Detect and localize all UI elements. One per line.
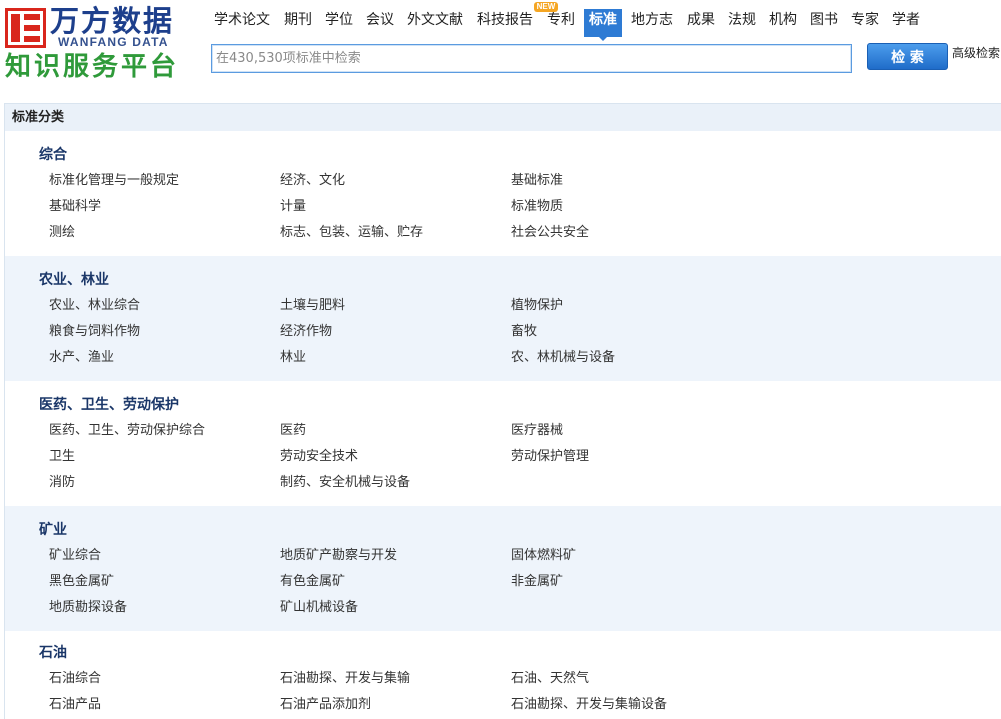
category-item[interactable]: 测绘 [49,220,280,246]
nav-item-scholars[interactable]: 学者 [892,10,920,30]
category-item[interactable]: 有色金属矿 [280,569,511,595]
category-item[interactable]: 石油勘探、开发与集输设备 [511,692,742,718]
category-title[interactable]: 农业、林业 [5,270,1001,290]
resource-type-nav: 学术论文 期刊 学位 会议 外文文献 科技报告 专利 NEW 标准 地方志 成果… [0,0,1001,41]
category-items: 标准化管理与一般规定 经济、文化 基础标准 基础科学 计量 标准物质 测绘 标志… [5,168,1001,246]
category-petroleum: 石油 石油综合 石油勘探、开发与集输 石油、天然气 石油产品 石油产品添加剂 石… [5,631,1001,718]
category-items: 医药、卫生、劳动保护综合 医药 医疗器械 卫生 劳动安全技术 劳动保护管理 消防… [5,418,1001,496]
category-item[interactable]: 制药、安全机械与设备 [280,470,511,496]
nav-item-conferences[interactable]: 会议 [366,10,394,30]
category-item[interactable]: 矿业综合 [49,543,280,569]
category-item[interactable]: 劳动保护管理 [511,444,742,470]
advanced-search-link[interactable]: 高级检索 [952,46,1000,60]
category-item[interactable]: 石油、天然气 [511,666,742,692]
category-item[interactable]: 黑色金属矿 [49,569,280,595]
new-badge: NEW [534,2,558,12]
category-item[interactable]: 基础标准 [511,168,742,194]
nav-item-journals[interactable]: 期刊 [284,10,312,30]
category-items: 石油综合 石油勘探、开发与集输 石油、天然气 石油产品 石油产品添加剂 石油勘探… [5,666,1001,718]
category-comprehensive: 综合 标准化管理与一般规定 经济、文化 基础标准 基础科学 计量 标准物质 测绘… [5,131,1001,256]
nav-item-foreign-literature[interactable]: 外文文献 [407,10,463,30]
nav-item-theses[interactable]: 学术论文 [214,10,270,30]
category-item[interactable]: 经济作物 [280,319,511,345]
category-mining: 矿业 矿业综合 地质矿产勘察与开发 固体燃料矿 黑色金属矿 有色金属矿 非金属矿… [5,506,1001,631]
category-item[interactable]: 医药、卫生、劳动保护综合 [49,418,280,444]
nav-item-regulations[interactable]: 法规 [728,10,756,30]
category-item[interactable]: 标准物质 [511,194,742,220]
category-item[interactable]: 标志、包装、运输、贮存 [280,220,511,246]
category-item[interactable]: 石油产品 [49,692,280,718]
nav-item-patents[interactable]: 专利 [547,10,575,30]
nav-item-experts[interactable]: 专家 [851,10,879,30]
category-item[interactable]: 标准化管理与一般规定 [49,168,280,194]
search-input[interactable] [211,44,852,73]
category-item[interactable]: 矿山机械设备 [280,595,511,621]
category-item[interactable]: 劳动安全技术 [280,444,511,470]
category-item[interactable]: 社会公共安全 [511,220,742,246]
category-agriculture-forestry: 农业、林业 农业、林业综合 土壤与肥料 植物保护 粮食与饲料作物 经济作物 畜牧… [5,256,1001,381]
nav-item-standards[interactable]: 标准 [584,9,622,37]
nav-item-local-chronicles[interactable]: 地方志 [631,10,673,30]
category-item[interactable]: 经济、文化 [280,168,511,194]
category-item[interactable]: 非金属矿 [511,569,742,595]
category-item[interactable]: 地质勘探设备 [49,595,280,621]
nav-item-institutions[interactable]: 机构 [769,10,797,30]
category-title[interactable]: 医药、卫生、劳动保护 [5,395,1001,415]
category-item[interactable]: 农业、林业综合 [49,293,280,319]
search-button[interactable]: 检 索 [867,43,948,70]
classification-panel: 标准分类 综合 标准化管理与一般规定 经济、文化 基础标准 基础科学 计量 标准… [4,103,1001,719]
category-title[interactable]: 石油 [5,643,1001,663]
category-item[interactable]: 农、林机械与设备 [511,345,742,371]
category-item[interactable]: 基础科学 [49,194,280,220]
category-items: 农业、林业综合 土壤与肥料 植物保护 粮食与饲料作物 经济作物 畜牧 水产、渔业… [5,293,1001,371]
nav-item-degrees[interactable]: 学位 [325,10,353,30]
logo-tagline: 知识服务平台 [5,52,180,82]
category-title[interactable]: 矿业 [5,520,1001,540]
category-item[interactable]: 地质矿产勘察与开发 [280,543,511,569]
category-item[interactable]: 医药 [280,418,511,444]
category-item[interactable]: 医疗器械 [511,418,742,444]
category-item[interactable]: 植物保护 [511,293,742,319]
active-tab-pointer-icon [599,37,607,41]
category-item[interactable]: 固体燃料矿 [511,543,742,569]
category-item[interactable]: 畜牧 [511,319,742,345]
category-item[interactable]: 卫生 [49,444,280,470]
category-item[interactable]: 石油综合 [49,666,280,692]
category-item[interactable]: 石油产品添加剂 [280,692,511,718]
category-item[interactable]: 林业 [280,345,511,371]
category-item[interactable]: 石油勘探、开发与集输 [280,666,511,692]
category-medicine-health-labor: 医药、卫生、劳动保护 医药、卫生、劳动保护综合 医药 医疗器械 卫生 劳动安全技… [5,381,1001,506]
nav-item-tech-reports[interactable]: 科技报告 [477,10,533,30]
category-title[interactable]: 综合 [5,145,1001,165]
classification-header: 标准分类 [5,104,1001,131]
category-item[interactable]: 水产、渔业 [49,345,280,371]
category-items: 矿业综合 地质矿产勘察与开发 固体燃料矿 黑色金属矿 有色金属矿 非金属矿 地质… [5,543,1001,621]
category-item[interactable]: 粮食与饲料作物 [49,319,280,345]
category-item[interactable]: 计量 [280,194,511,220]
nav-item-books[interactable]: 图书 [810,10,838,30]
nav-item-achievements[interactable]: 成果 [687,10,715,30]
category-item[interactable]: 土壤与肥料 [280,293,511,319]
category-item[interactable]: 消防 [49,470,280,496]
